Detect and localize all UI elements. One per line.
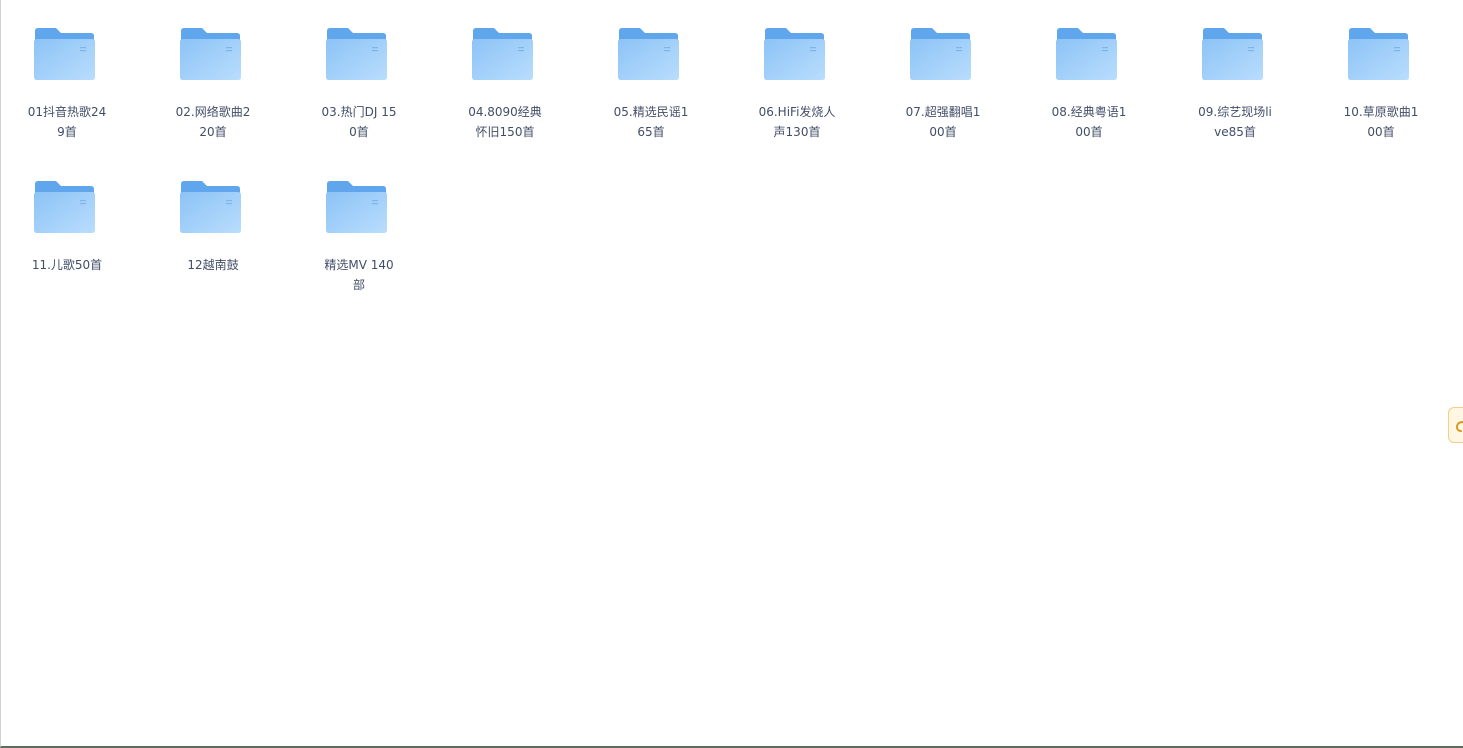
side-float-tab[interactable] — [1448, 407, 1463, 443]
folder-icon — [764, 26, 826, 82]
folder-name: 03.热门DJ 150首 — [321, 105, 397, 139]
folder-icon — [1202, 26, 1264, 82]
folder-item-mv[interactable]: 精选MV 140部 — [294, 153, 424, 293]
folder-item-04[interactable]: 04.8090经典怀旧150首 — [440, 0, 570, 140]
folder-item-10[interactable]: 10.草原歌曲100首 — [1316, 0, 1446, 140]
folder-name: 08.经典粤语100首 — [1051, 105, 1127, 139]
folder-item-09[interactable]: 09.综艺现场live85首 — [1170, 0, 1300, 140]
folder-name: 05.精选民谣165首 — [613, 105, 689, 139]
folder-icon — [180, 26, 242, 82]
folder-name: 11.儿歌50首 — [31, 258, 103, 272]
folder-name: 04.8090经典怀旧150首 — [468, 105, 542, 139]
folder-icon — [910, 26, 972, 82]
folder-item-07[interactable]: 07.超强翻唱100首 — [878, 0, 1008, 140]
folder-icon — [472, 26, 534, 82]
folder-name: 02.网络歌曲220首 — [175, 105, 251, 139]
folder-item-01[interactable]: 01抖音热歌249首 — [2, 0, 132, 140]
folder-name: 12越南鼓 — [187, 258, 239, 272]
folder-icon — [180, 179, 242, 235]
folder-icon — [34, 179, 96, 235]
folder-icon — [618, 26, 680, 82]
link-icon — [1455, 418, 1463, 432]
folder-icon — [34, 26, 96, 82]
folder-item-12[interactable]: 12越南鼓 — [148, 153, 278, 293]
folder-item-03[interactable]: 03.热门DJ 150首 — [294, 0, 424, 140]
folder-name: 09.综艺现场live85首 — [1198, 105, 1272, 139]
folder-icon — [1056, 26, 1118, 82]
folder-item-08[interactable]: 08.经典粤语100首 — [1024, 0, 1154, 140]
folder-name: 01抖音热歌249首 — [27, 105, 107, 139]
folder-item-05[interactable]: 05.精选民谣165首 — [586, 0, 716, 140]
folder-icon — [326, 26, 388, 82]
folder-icon — [326, 179, 388, 235]
folder-name: 06.HiFi发烧人声130首 — [758, 105, 836, 139]
folder-item-02[interactable]: 02.网络歌曲220首 — [148, 0, 278, 140]
folder-name: 精选MV 140部 — [324, 258, 394, 292]
folder-item-06[interactable]: 06.HiFi发烧人声130首 — [732, 0, 862, 140]
folder-name: 10.草原歌曲100首 — [1343, 105, 1419, 139]
file-browser-window: 01抖音热歌249首 02.网络歌曲220首 03.热门DJ 150首 04.8… — [0, 0, 1463, 748]
folder-icon — [1348, 26, 1410, 82]
folder-name: 07.超强翻唱100首 — [905, 105, 981, 139]
folder-item-11[interactable]: 11.儿歌50首 — [2, 153, 132, 293]
